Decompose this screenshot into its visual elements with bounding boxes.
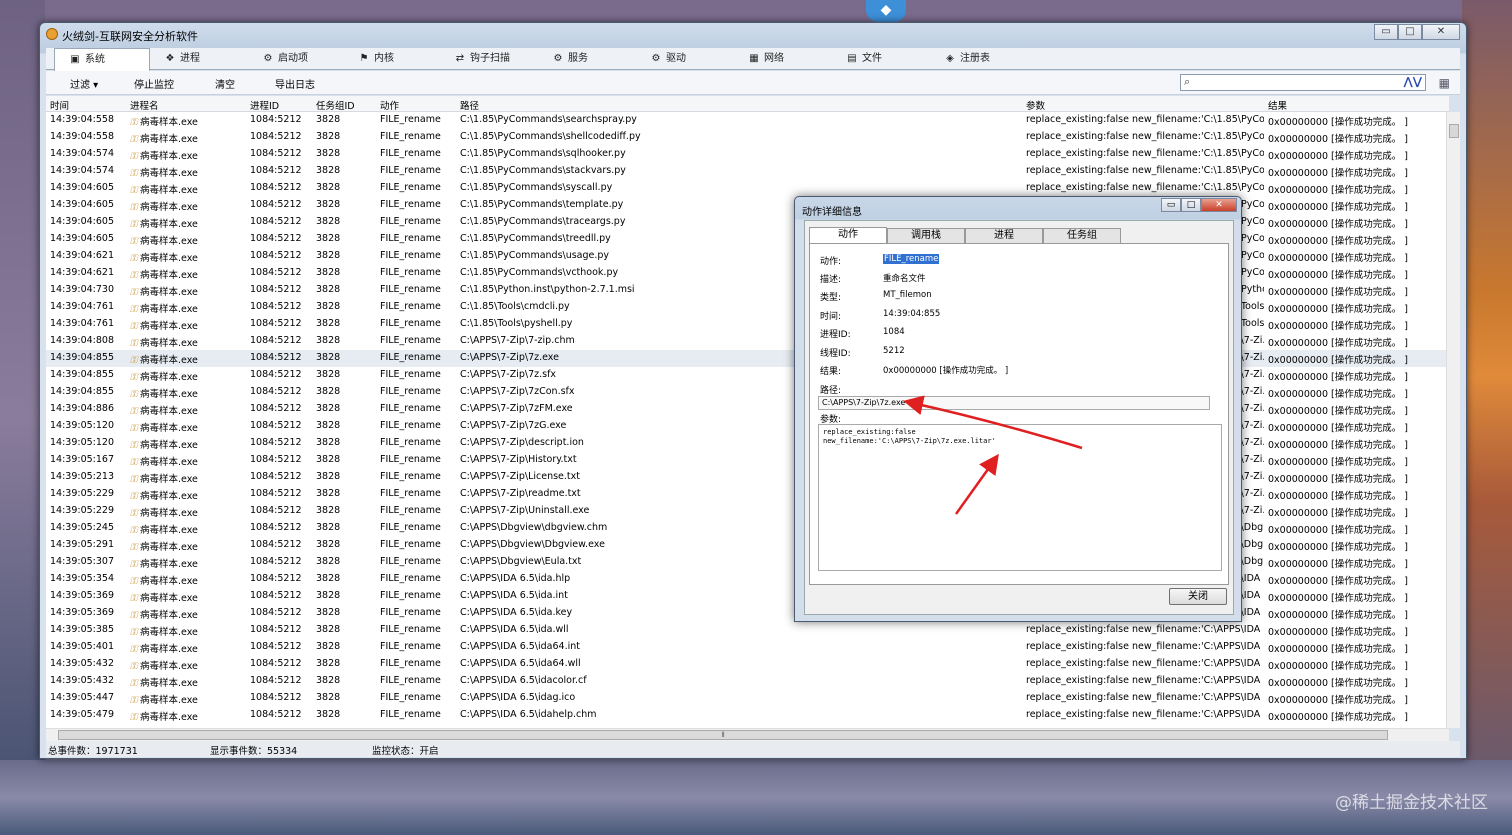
watermark: @稀土掘金技术社区 (1335, 793, 1488, 813)
arrow-to-param (954, 453, 999, 515)
annotation-arrows (903, 395, 1083, 515)
arrow-to-path (903, 395, 1083, 450)
